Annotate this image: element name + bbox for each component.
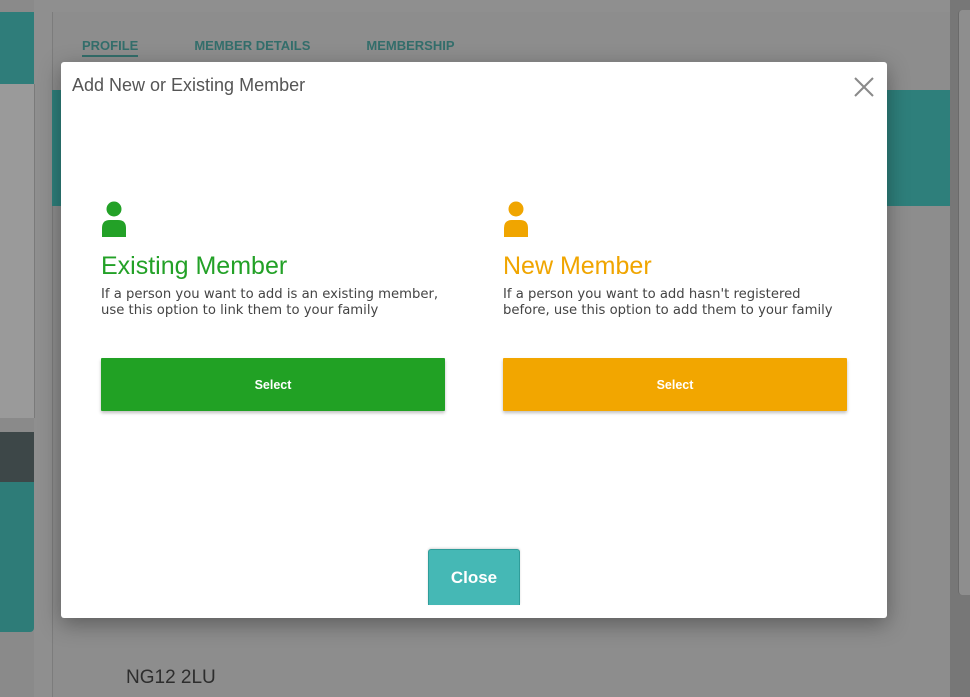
left-panel-footer [0,482,34,632]
select-existing-member-button[interactable]: Select [101,358,445,411]
existing-member-title: Existing Member [101,252,288,280]
new-member-title: New Member [503,252,652,280]
existing-member-option: Existing Member If a person you want to … [101,200,447,411]
existing-member-description: If a person you want to add is an existi… [101,287,439,318]
postcode-text: NG12 2LU [126,667,216,688]
left-panel-card [0,84,35,418]
new-member-option: New Member If a person you want to add h… [503,200,849,411]
close-icon[interactable] [849,72,879,102]
new-member-description: If a person you want to add hasn't regis… [503,287,833,318]
select-new-member-button[interactable]: Select [503,358,847,411]
add-member-dialog: Add New or Existing Member Existing Memb… [61,62,887,618]
left-panel-dark-bar [0,432,34,482]
left-panel-header [0,12,34,84]
right-panel-card [958,10,970,595]
person-icon [504,201,528,237]
tab-membership[interactable]: MEMBERSHIP [366,38,454,57]
person-icon [102,201,126,237]
profile-tabs: PROFILE MEMBER DETAILS MEMBERSHIP [82,38,455,57]
tab-member-details[interactable]: MEMBER DETAILS [194,38,310,57]
close-button[interactable]: Close [428,549,520,605]
tab-profile[interactable]: PROFILE [82,38,139,57]
dialog-title: Add New or Existing Member [72,75,306,95]
